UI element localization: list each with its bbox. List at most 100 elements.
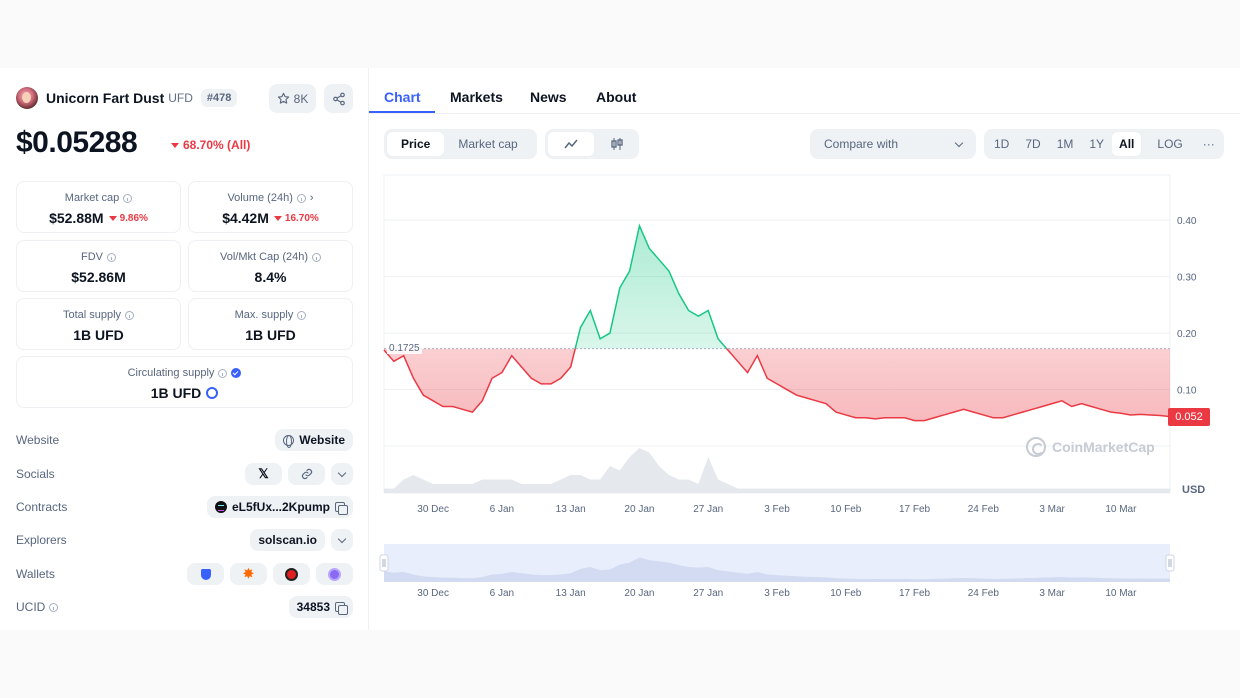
navigator-tick-label: 10 Feb [830, 588, 862, 599]
navigator-handle [379, 554, 389, 572]
x-tick-label: 17 Feb [899, 504, 931, 515]
copy-icon[interactable] [335, 502, 348, 515]
watchlist-count: 8K [293, 91, 309, 106]
link-icon [301, 468, 312, 480]
price-chart[interactable]: 0.40 0.30 0.20 0.10 30 Dec 30 Dec 6 Jan 6 Jan 1… [369, 68, 1240, 630]
coin-header: Unicorn Fart Dust UFD #478 [16, 87, 238, 109]
page-frame: Unicorn Fart Dust UFD #478 8K $0.05288 6… [0, 68, 1240, 630]
max-supply-label: Max. supply [234, 309, 294, 321]
info-icon[interactable] [125, 310, 135, 320]
coin-symbol: UFD [168, 91, 193, 105]
explorers-dropdown-button[interactable] [331, 529, 353, 551]
reference-price-label: 0.1725 [387, 342, 422, 354]
navigator-tick-label: 17 Feb [899, 588, 931, 599]
watchlist-button[interactable]: 8K [269, 84, 316, 113]
coin-price: $0.05288 [16, 126, 138, 159]
market-cap-card: Market cap $52.88M 9.86% [16, 181, 181, 233]
x-tick-label: 27 Jan [693, 504, 723, 515]
explorers-row: Explorers solscan.io [16, 528, 353, 552]
wallet-button-3[interactable] [273, 563, 310, 585]
copy-icon[interactable] [335, 602, 348, 615]
website-button-label: Website [299, 433, 345, 447]
wallet-button-1[interactable] [187, 563, 224, 585]
down-triangle-icon [273, 215, 282, 221]
fdv-label: FDV [81, 251, 103, 263]
contracts-label: Contracts [16, 500, 68, 514]
info-icon[interactable] [312, 252, 322, 262]
volume-value: $4.42M [222, 210, 269, 226]
contract-address-button[interactable]: eL5fUx...2Kpump [206, 496, 353, 518]
globe-icon [283, 434, 295, 448]
circulating-supply-label: Circulating supply [127, 367, 215, 379]
socials-row: Socials 𝕏 [16, 462, 353, 486]
y-axis: 0.40 0.30 0.20 0.10 [1177, 216, 1197, 396]
rank-badge: #478 [200, 89, 238, 107]
contract-address: eL5fUx...2Kpump [231, 500, 330, 514]
volume-card[interactable]: Volume (24h) › $4.42M 16.70% [188, 181, 353, 233]
share-button[interactable] [324, 84, 353, 113]
coinmarketcap-watermark: CoinMarketCap [1026, 437, 1155, 457]
price-change-value: 68.70% (All) [183, 138, 251, 152]
ucid-row: UCID 34853 [16, 595, 353, 619]
volume-label: Volume (24h) [227, 192, 293, 204]
verified-icon [231, 368, 242, 378]
star-icon [277, 92, 289, 104]
website-label: Website [16, 433, 60, 447]
navigator-handle [1165, 554, 1175, 572]
current-price-label: 0.052 [1168, 407, 1210, 426]
chevron-right-icon: › [309, 192, 314, 204]
x-twitter-button[interactable]: 𝕏 [245, 463, 282, 485]
website-button[interactable]: Website [275, 429, 353, 451]
chevron-down-icon [337, 468, 347, 477]
explorer-button[interactable]: solscan.io [250, 529, 325, 551]
max-supply-value: 1B UFD [245, 327, 296, 343]
currency-label: USD [1182, 484, 1206, 496]
total-supply-card: Total supply 1B UFD [16, 298, 181, 350]
fdv-value: $52.86M [71, 269, 126, 285]
info-icon[interactable] [218, 368, 228, 378]
coin-sidebar: Unicorn Fart Dust UFD #478 8K $0.05288 6… [0, 68, 369, 630]
info-icon[interactable] [123, 193, 133, 203]
navigator-tick-label: 3 Feb [764, 588, 790, 599]
website-row: Website Website [16, 428, 353, 452]
navigator-tick-label: 6 Jan [490, 588, 514, 599]
purple-wallet-icon [328, 567, 341, 581]
volume-change: 16.70% [284, 212, 319, 224]
area-below-reference [384, 348, 1170, 421]
y-tick-label: 0.10 [1177, 386, 1197, 397]
contracts-row: Contracts eL5fUx...2Kpump [16, 495, 353, 519]
navigator-tick-label: 13 Jan [556, 588, 586, 599]
socials-dropdown-button[interactable] [331, 463, 353, 485]
x-tick-label: 30 Dec [417, 504, 449, 515]
info-icon[interactable] [296, 193, 306, 203]
y-tick-label: 0.30 [1177, 273, 1197, 284]
coin-name: Unicorn Fart Dust [46, 90, 165, 106]
price-areas [384, 225, 1170, 421]
ucid-button[interactable]: 34853 [288, 596, 353, 618]
ucid-label: UCID [16, 600, 46, 614]
y-tick-label: 0.40 [1177, 216, 1197, 227]
supply-ring-icon [206, 387, 219, 399]
x-tick-label: 3 Mar [1039, 504, 1065, 515]
x-tick-label: 24 Feb [968, 504, 1000, 515]
x-tick-label: 20 Jan [624, 504, 654, 515]
solana-icon [214, 501, 227, 513]
down-triangle-icon [171, 142, 179, 148]
range-navigator[interactable] [379, 544, 1175, 582]
total-supply-label: Total supply [62, 309, 122, 321]
explorer-value: solscan.io [258, 533, 317, 547]
navigator-tick-label: 27 Jan [693, 588, 723, 599]
wallet-button-4[interactable] [316, 563, 353, 585]
wallet-button-2[interactable]: ✸ [230, 563, 267, 585]
price-change: 68.70% (All) [171, 138, 250, 152]
info-icon[interactable] [297, 310, 307, 320]
info-icon[interactable] [107, 252, 116, 262]
coin-logo [16, 87, 38, 109]
coinmarketcap-logo-icon [1026, 437, 1046, 457]
spark-wallet-icon: ✸ [243, 566, 254, 581]
x-tick-label: 3 Feb [764, 504, 790, 515]
x-tick-label: 13 Jan [556, 504, 586, 515]
social-link-button[interactable] [288, 463, 325, 485]
max-supply-card: Max. supply 1B UFD [188, 298, 353, 350]
info-icon[interactable] [49, 602, 59, 612]
